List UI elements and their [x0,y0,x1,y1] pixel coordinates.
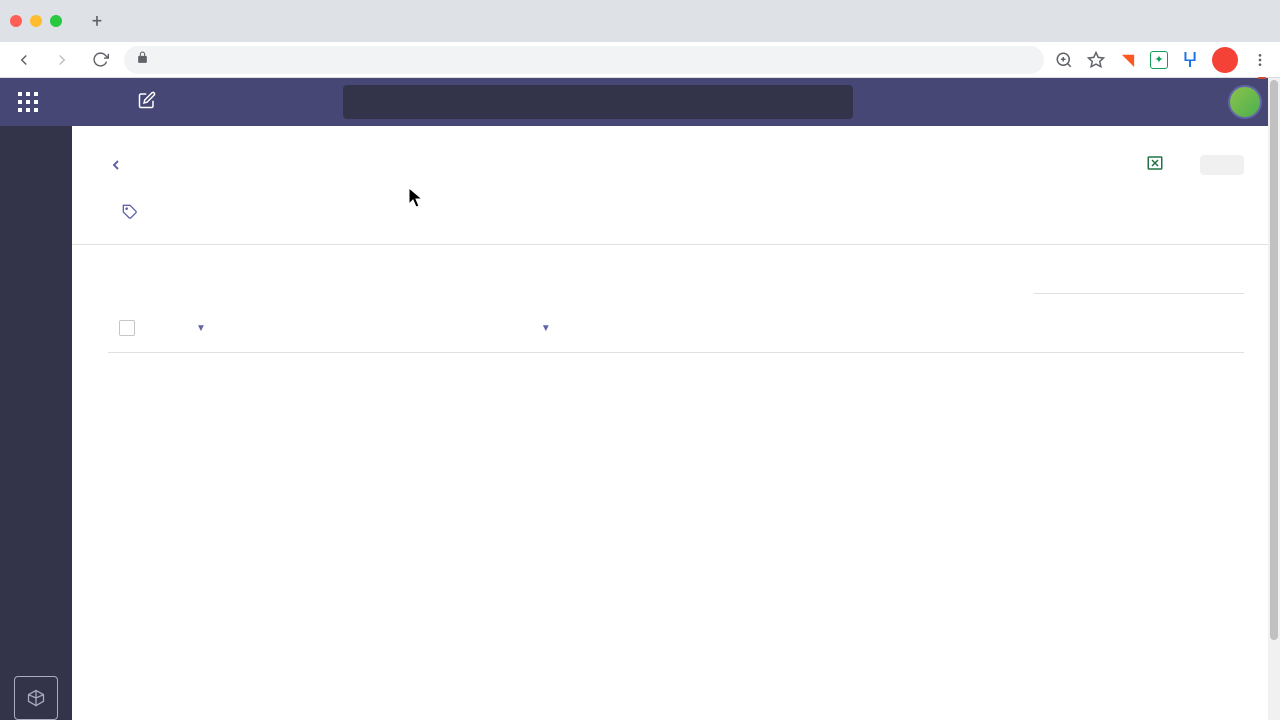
table-header: ▼ ▼ [108,304,1244,353]
command-search[interactable] [343,85,853,119]
teams-header [0,78,1280,126]
excel-icon [1146,154,1164,176]
search-students[interactable] [1034,263,1244,294]
scrollbar-thumb[interactable] [1270,80,1278,640]
new-tab-button[interactable]: + [83,7,111,35]
extension-area: ◥ ✦ ⵖ [1054,47,1270,73]
search-students-input[interactable] [1038,269,1237,287]
extension-icon-1[interactable]: ◥ [1118,50,1138,70]
user-avatar[interactable] [1228,85,1262,119]
browser-tab-strip: + [0,0,1280,42]
window-minimize[interactable] [30,15,42,27]
extension-icon-2[interactable]: ✦ [1150,51,1168,69]
column-name[interactable]: ▼ [192,323,537,334]
chrome-menu[interactable] [1250,50,1270,70]
nav-back[interactable] [10,46,38,74]
back-button[interactable] [108,157,130,173]
compose-icon[interactable] [138,91,156,113]
browser-toolbar: ◥ ✦ ⵖ [0,42,1280,78]
window-close[interactable] [10,15,22,27]
app-launcher-icon[interactable] [18,92,38,112]
address-bar[interactable] [124,46,1044,74]
tag-icon [122,204,138,220]
nav-reload[interactable] [86,46,114,74]
extension-icon-3[interactable]: ⵖ [1180,50,1200,70]
sort-icon: ▼ [196,323,206,334]
chrome-profile[interactable] [1212,47,1238,73]
export-excel-button[interactable] [1146,154,1172,176]
column-status[interactable]: ▼ [537,323,913,334]
nav-forward[interactable] [48,46,76,74]
tap-badge [1258,77,1266,79]
star-icon[interactable] [1086,50,1106,70]
sort-icon: ▼ [541,323,551,334]
content-area: ▼ ▼ [72,126,1280,720]
assignment-tag[interactable] [122,204,144,220]
window-maximize[interactable] [50,15,62,27]
lock-icon [136,51,149,68]
return-button[interactable] [1200,155,1244,175]
window-controls [10,15,62,27]
select-all-checkbox[interactable] [119,320,135,336]
store-icon[interactable] [14,676,58,720]
zoom-icon[interactable] [1054,50,1074,70]
app-rail [0,126,72,720]
